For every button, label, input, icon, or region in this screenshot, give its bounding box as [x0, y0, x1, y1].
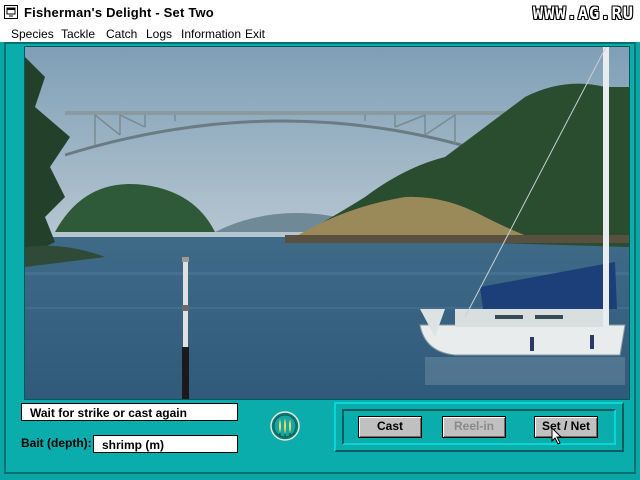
rocky-shore [285, 235, 629, 243]
action-panel-inner: Cast Reel-in Set / Net [342, 409, 616, 445]
title-bar: Fisherman's Delight - Set Two WWW.AG.RU [0, 0, 640, 27]
main-frame: Wait for strike or cast again Bait (dept… [4, 42, 636, 474]
watermark-text: WWW.AG.RU [532, 4, 634, 24]
menu-information[interactable]: Information [181, 27, 241, 41]
game-window: Fisherman's Delight - Set Two WWW.AG.RU … [0, 0, 640, 480]
reel-in-button[interactable]: Reel-in [442, 416, 506, 438]
mouse-pointer-icon [551, 427, 563, 445]
menu-logs[interactable]: Logs [146, 27, 172, 41]
water-ripple [25, 272, 629, 275]
cast-button[interactable]: Cast [358, 416, 422, 438]
fishing-scene[interactable] [24, 46, 630, 400]
menu-exit[interactable]: Exit [245, 27, 265, 41]
menu-catch[interactable]: Catch [106, 27, 137, 41]
menu-tackle[interactable]: Tackle [61, 27, 95, 41]
menu-bar: Species Tackle Catch Logs Information Ex… [0, 26, 640, 42]
bait-label: Bait (depth): [21, 436, 92, 450]
scene-illustration [25, 47, 629, 399]
system-menu-icon[interactable] [4, 5, 18, 19]
set-net-button[interactable]: Set / Net [534, 416, 598, 438]
boat-reflection [425, 357, 625, 385]
fishing-rod [182, 257, 189, 399]
fish-emblem-icon[interactable] [270, 411, 300, 441]
window-title: Fisherman's Delight - Set Two [24, 5, 214, 20]
bait-field[interactable]: shrimp (m) [93, 435, 238, 453]
menu-species[interactable]: Species [11, 27, 54, 41]
action-panel: Cast Reel-in Set / Net [334, 402, 624, 452]
status-message-field: Wait for strike or cast again [21, 403, 238, 421]
